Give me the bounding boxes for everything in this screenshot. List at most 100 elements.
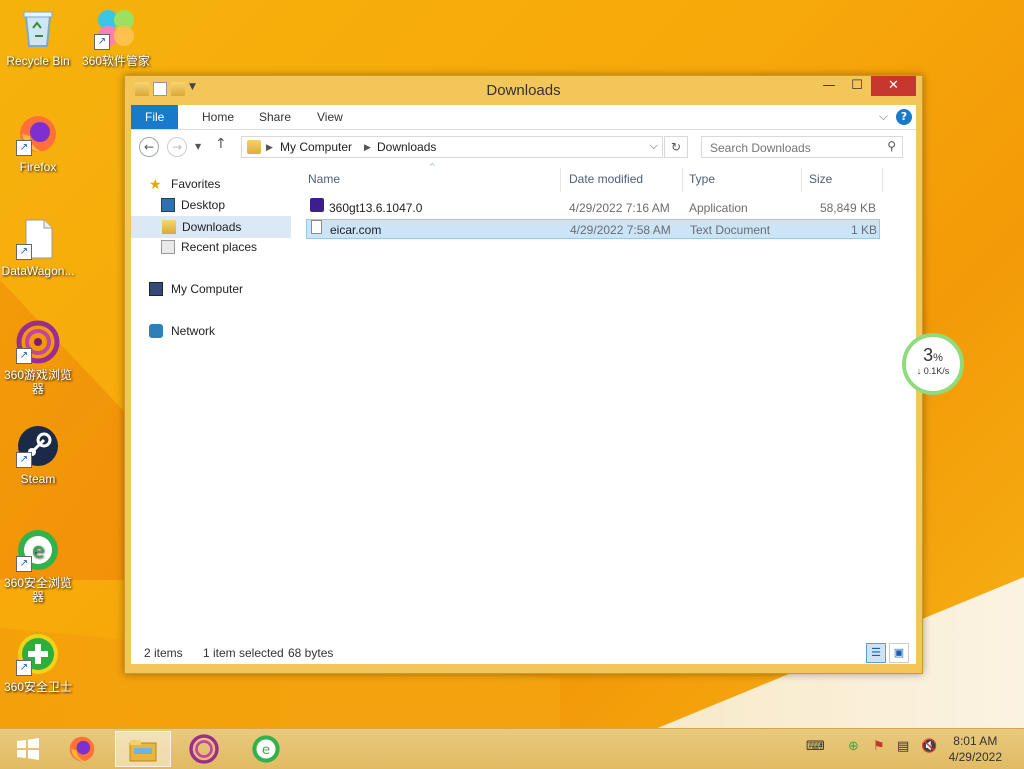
file-row[interactable]: 360gt13.6.1047.0 4/29/2022 7:16 AM Appli… (306, 198, 880, 218)
search-icon[interactable]: ⚲ (887, 139, 896, 153)
column-divider[interactable] (882, 168, 883, 192)
column-header-date-modified[interactable]: Date modified (569, 172, 643, 186)
folder-icon (247, 140, 261, 154)
system-clock[interactable]: 8:01 AM 4/29/2022 (949, 733, 1002, 765)
desktop-icon-360-safeguard[interactable]: ↗ 360安全卫士 (0, 632, 76, 694)
desktop-icon-360-game-browser[interactable]: ↗ 360游戏浏览器 (0, 320, 76, 396)
taskbar-file-explorer[interactable] (115, 731, 171, 767)
taskbar-360-secure-browser[interactable]: e (238, 731, 294, 767)
shortcut-arrow-icon: ↗ (94, 34, 110, 50)
status-bar: 2 items 1 item selected 68 bytes ☰ ▣ (131, 642, 916, 664)
minimize-button[interactable]: — (815, 76, 843, 96)
file-size: 58,849 KB (819, 201, 876, 215)
svg-text:e: e (32, 538, 44, 562)
shortcut-arrow-icon: ↗ (16, 556, 32, 572)
large-icons-view-button[interactable]: ▣ (889, 643, 909, 663)
close-button[interactable]: ✕ (871, 76, 916, 96)
breadcrumb-my-computer[interactable]: My Computer (280, 140, 352, 154)
file-type: Application (689, 201, 748, 215)
address-bar[interactable]: ▶ My Computer ▶ Downloads ⌵ (241, 136, 663, 158)
column-divider[interactable] (560, 168, 561, 192)
forward-button[interactable]: → (167, 137, 187, 157)
recycle-bin-icon (16, 6, 60, 50)
keyboard-icon[interactable]: ⌨ (806, 739, 825, 754)
nav-item-network[interactable]: Network (131, 321, 289, 341)
maximize-button[interactable]: ☐ (843, 76, 871, 96)
search-box[interactable]: ⚲ (701, 136, 903, 158)
nav-item-recent-places[interactable]: Recent places (131, 237, 289, 257)
title-bar[interactable]: ▼ Downloads — ☐ ✕ (125, 76, 922, 104)
chevron-down-icon[interactable]: ⌵ (650, 139, 658, 153)
breadcrumb-downloads[interactable]: Downloads (377, 140, 436, 154)
shortcut-arrow-icon: ↗ (16, 244, 32, 260)
desktop-icon-360-secure-browser[interactable]: e ↗ 360安全浏览器 (0, 528, 76, 604)
search-input[interactable] (708, 138, 882, 158)
window-title: Downloads (486, 82, 561, 99)
refresh-button[interactable]: ↻ (664, 136, 688, 158)
file-row-selected[interactable]: eicar.com 4/29/2022 7:58 AM Text Documen… (306, 219, 880, 239)
desktop-icon-steam[interactable]: ↗ Steam (0, 424, 76, 486)
taskbar-360-game-browser[interactable] (176, 731, 232, 767)
file-name: 360gt13.6.1047.0 (329, 201, 423, 215)
360-game-browser-icon: ↗ (16, 320, 60, 364)
help-icon[interactable]: ? (896, 109, 912, 125)
shortcut-arrow-icon: ↗ (16, 452, 32, 468)
shortcut-arrow-icon: ↗ (16, 348, 32, 364)
tab-view[interactable]: View (303, 105, 357, 129)
360-secure-browser-icon: e (252, 735, 280, 763)
nav-item-downloads[interactable]: Downloads (131, 216, 291, 238)
nav-item-desktop[interactable]: Desktop (131, 195, 289, 215)
computer-icon (149, 282, 163, 296)
status-selected-count: 1 item selected (203, 646, 284, 660)
expand-ribbon-icon[interactable]: ⌵ (879, 109, 888, 124)
file-explorer-icon (129, 740, 157, 762)
breadcrumb-separator-icon: ▶ (266, 142, 273, 152)
nav-item-favorites[interactable]: ★ Favorites (131, 174, 289, 194)
shortcut-arrow-icon: ↗ (16, 140, 32, 156)
volume-muted-icon[interactable]: 🔇 (921, 739, 937, 754)
column-divider[interactable] (682, 168, 683, 192)
recent-locations-icon[interactable]: ▼ (195, 142, 201, 151)
desktop-icon-datawagon[interactable]: ↗ DataWagon... (0, 216, 76, 278)
up-button[interactable]: ↑ (215, 136, 227, 152)
360-secure-browser-icon: e ↗ (16, 528, 60, 572)
back-button[interactable]: ← (139, 137, 159, 157)
details-view-button[interactable]: ☰ (866, 643, 886, 663)
application-icon (310, 198, 324, 212)
action-center-flag-icon[interactable]: ⚑ (873, 739, 885, 754)
speed-percent: 3% (923, 345, 943, 365)
nav-item-label: Network (171, 324, 216, 338)
status-selected-size: 68 bytes (288, 646, 334, 660)
network-tray-icon[interactable]: ▤ (897, 739, 909, 754)
column-header-size[interactable]: Size (809, 172, 832, 186)
tab-share[interactable]: Share (245, 105, 305, 129)
windows-logo-icon (17, 738, 39, 760)
clock-date: 4/29/2022 (948, 750, 1002, 764)
desktop-icon-firefox[interactable]: ↗ Firefox (0, 112, 76, 174)
network-speed-widget[interactable]: 3% ↓ 0.1K/s (902, 333, 964, 395)
sort-ascending-icon: ^ (429, 162, 436, 171)
recent-places-icon (161, 240, 175, 254)
navigation-pane: ★ Favorites Desktop Downloads Recent pla… (131, 164, 291, 660)
desktop-icon-label: 360安全卫士 (3, 680, 73, 694)
firefox-icon: ↗ (16, 112, 60, 156)
column-divider[interactable] (801, 168, 802, 192)
nav-item-label: Favorites (171, 177, 221, 191)
desktop-icon-recycle-bin[interactable]: Recycle Bin (0, 6, 76, 68)
tab-file[interactable]: File (131, 105, 179, 129)
file-size: 1 KB (850, 223, 877, 237)
svg-text:e: e (262, 742, 270, 758)
column-header-name[interactable]: Name (308, 172, 340, 186)
taskbar-firefox[interactable] (54, 731, 110, 767)
start-button[interactable] (0, 731, 56, 767)
star-icon: ★ (149, 176, 162, 192)
desktop-icon-label: 360安全浏览器 (3, 576, 73, 604)
nav-item-my-computer[interactable]: My Computer (131, 279, 289, 299)
breadcrumb-separator-icon: ▶ (364, 142, 371, 152)
explorer-window: ▼ Downloads — ☐ ✕ File Home Share View ⌵… (124, 75, 923, 674)
column-header-type[interactable]: Type (689, 172, 715, 186)
desktop-icon-360-software-manager[interactable]: ↗ 360软件管家 (78, 6, 154, 68)
360-safeguard-tray-icon[interactable]: ⊕ (848, 739, 859, 754)
tab-home[interactable]: Home (188, 105, 248, 129)
file-type: Text Document (690, 223, 771, 237)
